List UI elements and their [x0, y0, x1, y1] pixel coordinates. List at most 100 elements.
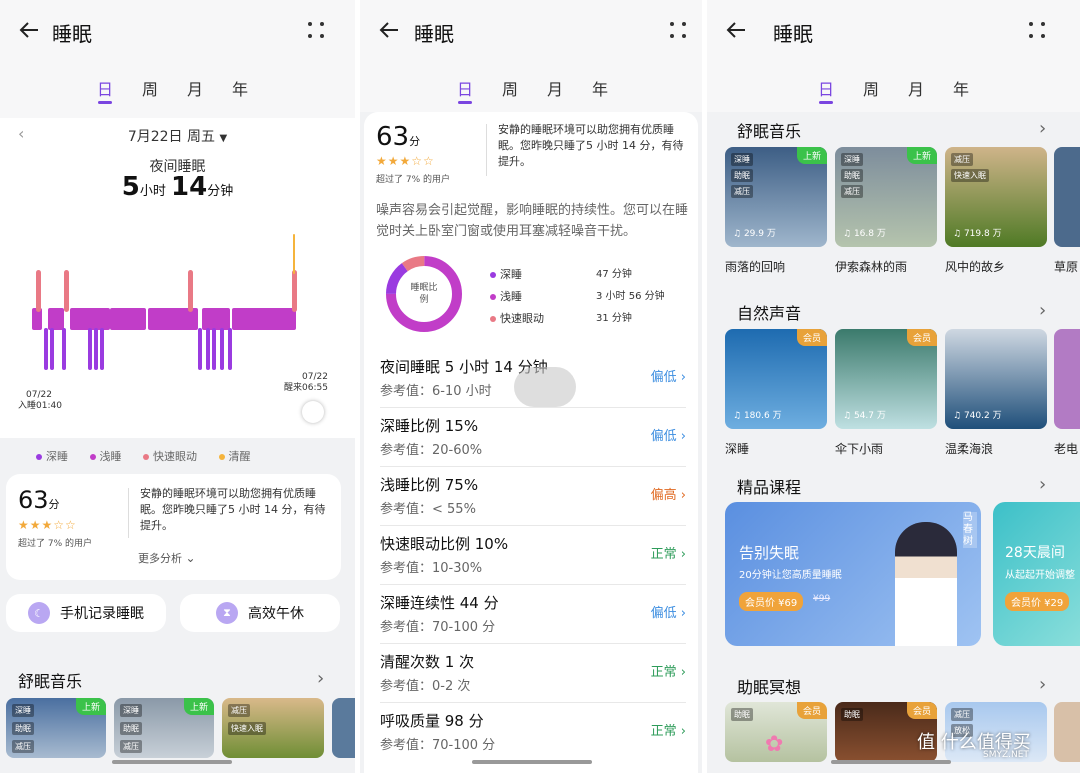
flower-icon: ✿ [765, 732, 784, 757]
tab-day[interactable]: 日 [450, 76, 480, 104]
analysis-card: 63分 ★★★☆☆ 超过了 7% 的用户 安静的睡眠环境可以助您拥有优质睡眠。您… [364, 112, 698, 773]
tab-month[interactable]: 月 [180, 76, 210, 100]
vip-badge: 会员 [906, 329, 937, 346]
sleep-end: 07/22 醒来06:55 [284, 372, 328, 394]
deep-sleep-block [44, 328, 48, 370]
tab-year[interactable]: 年 [946, 76, 976, 100]
ratio-rem: 快速眼动 [490, 308, 544, 330]
course-title: 告别失眠 [739, 544, 800, 562]
music-thumb-2[interactable]: 深睡 助眠 减压 上新 [114, 698, 214, 758]
star-rating: ★★★☆☆ [18, 518, 77, 532]
metric-name: 深睡连续性 44 分 [380, 594, 499, 612]
course-price: 会员价 ¥69 [739, 592, 804, 611]
music-name: 雨落的回响 [725, 260, 786, 274]
end-date: 07/22 [302, 372, 328, 382]
metric-name: 快速眼动比例 10% [380, 535, 509, 553]
chevron-right-icon[interactable]: › [1039, 118, 1046, 139]
metric-ref: 参考值：10-30% [380, 561, 483, 576]
metric-row[interactable]: 深睡连续性 44 分参考值：70-100 分 偏低 › [380, 586, 686, 644]
course-section-title: 精品课程 [737, 478, 802, 497]
tag: 快速入眠 [951, 169, 989, 182]
nature-card-4[interactable] [1054, 329, 1080, 429]
chevron-right-icon[interactable]: › [1039, 300, 1046, 321]
score-summary: 安静的睡眠环境可以助您拥有优质睡眠。您昨晚只睡了5 小时 14 分，有待提升。 [140, 487, 326, 532]
sleep-legend: 深睡 浅睡 快速眼动 清醒 [36, 448, 269, 464]
music-card-2[interactable]: 深睡 助眠 减压 上新 ♫ 16.8 万 [835, 147, 937, 247]
metric-row[interactable]: 清醒次数 1 次参考值：0-2 次 正常 › [380, 645, 686, 703]
tab-day[interactable]: 日 [90, 76, 120, 104]
music-card-4[interactable] [1054, 147, 1080, 247]
music-name: 风中的故乡 [945, 260, 1006, 274]
tag: 减压 [841, 185, 863, 198]
light-sleep-block [232, 308, 296, 330]
chevron-right-icon[interactable]: › [1039, 474, 1046, 495]
tab-week[interactable]: 周 [856, 76, 886, 100]
rem-sleep-block [64, 270, 69, 312]
nature-card-1[interactable]: 会员 ♫ 180.6 万 [725, 329, 827, 429]
deep-sleep-block [228, 328, 232, 370]
more-dots-icon[interactable] [668, 20, 688, 40]
tag: 助眠 [12, 722, 34, 735]
home-indicator [472, 760, 592, 764]
music-card-3[interactable]: 减压 快速入眠 ♫ 719.8 万 [945, 147, 1047, 247]
phone-record-sleep-button[interactable]: ☾ 手机记录睡眠 [6, 594, 166, 632]
teacher-name: 马春树 [963, 512, 977, 548]
metric-row[interactable]: 深睡比例 15% 参考值：20-60% 偏低 › [380, 409, 686, 467]
metric-row[interactable]: 浅睡比例 75% 参考值：< 55% 偏高 › [380, 468, 686, 526]
metric-status: 正常 › [650, 665, 686, 680]
nature-card-2[interactable]: 会员 ♫ 54.7 万 [835, 329, 937, 429]
header: 睡眠 日 周 月 年 [0, 0, 355, 118]
course-card-2[interactable]: 28天晨间 从起起开始调整 会员价 ¥29 [993, 502, 1080, 646]
back-arrow-icon[interactable] [378, 18, 402, 42]
header: 睡眠 日 周 月 年 [707, 0, 1080, 112]
more-dots-icon[interactable] [1027, 20, 1047, 40]
nap-button[interactable]: ⧗ 高效午休 [180, 594, 340, 632]
tab-week[interactable]: 周 [495, 76, 525, 100]
back-arrow-icon[interactable] [18, 18, 42, 42]
tag: 助眠 [841, 708, 863, 721]
meditation-card-1[interactable]: 助眠 会员 ✿ [725, 702, 827, 762]
hourglass-icon: ⧗ [216, 602, 238, 624]
rem-sleep-block [188, 270, 193, 312]
chevron-right-icon[interactable]: › [1039, 674, 1046, 695]
scrubber-handle[interactable] [302, 401, 324, 423]
music-thumb-3[interactable]: 减压 快速入眠 [222, 698, 324, 758]
metric-row[interactable]: 快速眼动比例 10% 参考值：10-30% 正常 › [380, 527, 686, 585]
chevron-right-icon[interactable]: › [317, 668, 324, 689]
phone-record-label: 手机记录睡眠 [60, 606, 144, 622]
tag: 快速入眠 [228, 722, 266, 735]
meditation-card-4[interactable] [1054, 702, 1080, 762]
nature-name: 深睡 [725, 442, 750, 456]
course-card-1[interactable]: 告别失眠 20分钟让您高质量睡眠 会员价 ¥69 ¥99 马春树 [725, 502, 981, 646]
tag: 深睡 [841, 153, 863, 166]
metric-row[interactable]: 呼吸质量 98 分参考值：70-100 分 正常 › [380, 704, 686, 762]
content-panel: 睡眠 日 周 月 年 舒眠音乐 › 深睡 助眠 减压 上新 ♫ 29.9 万 深睡助… [707, 0, 1080, 773]
tab-year[interactable]: 年 [225, 76, 255, 100]
play-count: ♫ 54.7 万 [843, 411, 886, 421]
day-overview-panel: 睡眠 日 周 月 年 ‹ 7月22日 周五 ▼ 夜间睡眠 5小时 14分钟 07… [0, 0, 355, 773]
tab-week[interactable]: 周 [135, 76, 165, 100]
deep-sleep-block [100, 328, 104, 370]
tab-day[interactable]: 日 [811, 76, 841, 104]
more-analysis-link[interactable]: 更多分析 ⌄ [138, 550, 196, 566]
home-indicator [112, 760, 232, 764]
end-time: 醒来06:55 [284, 383, 328, 393]
tab-year[interactable]: 年 [585, 76, 615, 100]
analysis-panel: 睡眠 日 周 月 年 63分 ★★★☆☆ 超过了 7% 的用户 安静的睡眠环境可… [360, 0, 702, 773]
nature-card-3[interactable]: ♫ 740.2 万 [945, 329, 1047, 429]
awake-marker [293, 234, 295, 274]
tag: 助眠 [841, 169, 863, 182]
tab-month[interactable]: 月 [540, 76, 570, 100]
deep-sleep-block [62, 328, 66, 370]
header: 睡眠 日 周 月 年 [360, 0, 702, 112]
score-card[interactable]: 63分 ★★★☆☆ 超过了 7% 的用户 安静的睡眠环境可以助您拥有优质睡眠。您… [6, 474, 341, 580]
page-title: 睡眠 [773, 22, 813, 46]
more-dots-icon[interactable] [306, 20, 326, 40]
sleep-score: 63分 [18, 486, 60, 514]
vip-badge: 会员 [796, 329, 827, 346]
tab-month[interactable]: 月 [901, 76, 931, 100]
music-thumb-1[interactable]: 深睡 助眠 减压 上新 [6, 698, 106, 758]
music-card-1[interactable]: 深睡 助眠 减压 上新 ♫ 29.9 万 [725, 147, 827, 247]
music-thumb-4[interactable] [332, 698, 355, 758]
back-arrow-icon[interactable] [725, 18, 749, 42]
